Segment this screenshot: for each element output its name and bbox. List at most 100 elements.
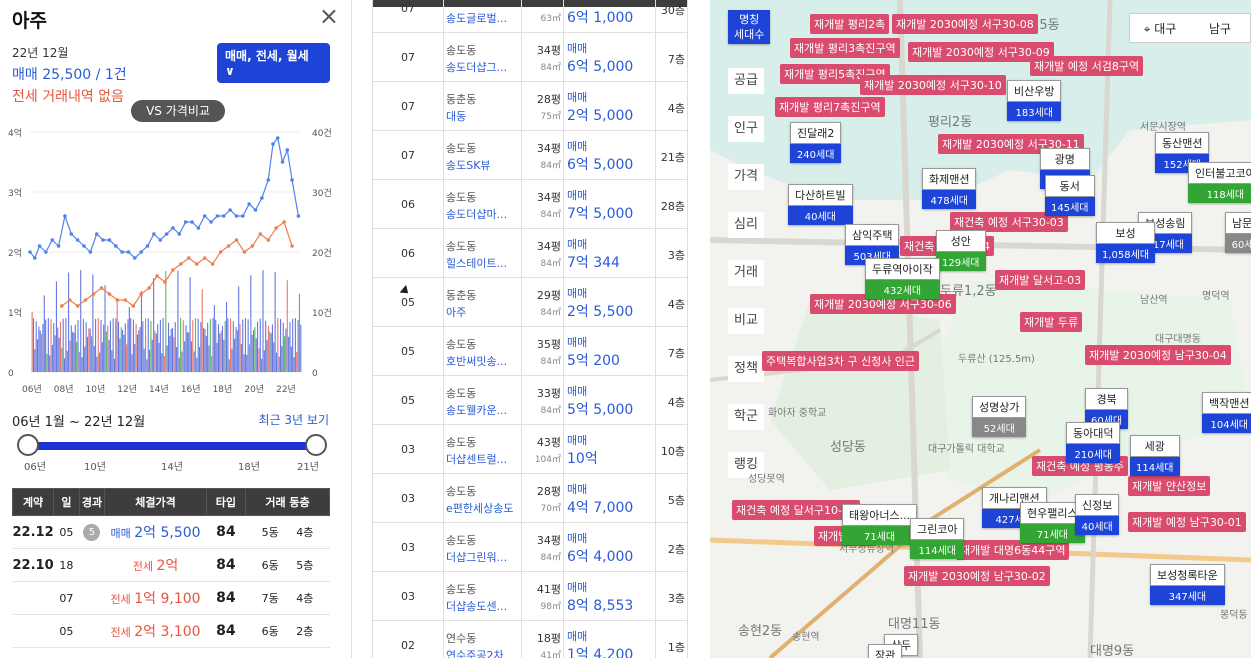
sale-price-point xyxy=(44,250,48,254)
volume-bar xyxy=(181,351,183,372)
side-menu-item[interactable]: 공급 xyxy=(728,68,764,94)
household-count: 1,058세대 xyxy=(1096,244,1156,263)
apartment-marker[interactable]: 성명상가 52세대 xyxy=(972,396,1027,437)
redevelopment-label[interactable]: 재개발 평리7촉진구역 xyxy=(775,97,885,117)
close-icon[interactable]: × xyxy=(319,2,339,30)
deal-type: 전세 xyxy=(110,626,131,639)
side-menu-item[interactable]: 정책 xyxy=(728,356,764,382)
list-item[interactable]: 07 송도동 송도SK뷰 34평 84㎡ 매매 6억 5,000 21층 xyxy=(373,131,687,180)
apartment-marker[interactable]: 보성 1,058세대 xyxy=(1096,222,1156,263)
volume-bar xyxy=(31,312,33,372)
apartment-marker[interactable]: 신정보 40세대 xyxy=(1075,494,1120,535)
table-row[interactable]: 07 전세 1억 9,100 84 7동 4층 xyxy=(12,581,330,615)
table-row[interactable]: 05 전세 2억 3,100 84 6동 2층 xyxy=(12,614,330,648)
recent-3-years-link[interactable]: 최근 3년 보기 xyxy=(259,411,329,428)
redevelopment-label[interactable]: 재개발 예정 남구30-01 xyxy=(1128,512,1246,532)
volume-bar xyxy=(230,318,232,372)
list-item[interactable]: 07 동춘동 대동 28평 75㎡ 매매 2억 5,000 4층 xyxy=(373,82,687,131)
map-view[interactable]: ⌖ 대구 남구 명칭 세대수 공급인구가격심리거래비교정책학군랭킹 비산2.5동… xyxy=(710,0,1251,658)
side-menu-item[interactable]: 거래 xyxy=(728,260,764,286)
apartment-marker[interactable]: 장관 xyxy=(868,644,903,658)
period-slider-track[interactable] xyxy=(28,442,316,450)
list-item[interactable]: 06 송도동 송도더샵마... 34평 84㎡ 매매 7억 5,000 28층 xyxy=(373,180,687,229)
apartment-name[interactable]: 송도SK뷰 xyxy=(446,157,491,173)
redevelopment-label[interactable]: 재개발 2030예정 남구30-02 xyxy=(904,566,1050,586)
period-slider-end-handle[interactable] xyxy=(305,434,327,456)
table-row[interactable]: 22.10 18 전세 2억 84 6동 5층 xyxy=(12,548,330,582)
table-row[interactable]: 22.12 05 5 매매 2억 5,500 84 5동 4층 xyxy=(12,515,330,549)
redevelopment-label[interactable]: 재개발 대명6동44구역 xyxy=(956,540,1070,560)
redevelopment-label[interactable]: 재개발 2030예정 남구30-04 xyxy=(1085,345,1231,365)
apartment-marker[interactable]: 태왕아너스... 71세대 xyxy=(842,504,918,545)
apartment-marker[interactable]: 인터불고코아 118세대 xyxy=(1188,162,1251,203)
apartment-marker[interactable]: 동아대덕 210세대 xyxy=(1066,422,1121,463)
region-namgu-button[interactable]: 남구 xyxy=(1190,20,1250,37)
pyeong: 43평 xyxy=(536,436,561,449)
redevelopment-label[interactable]: 재개발 두류 xyxy=(1020,312,1083,332)
redevelopment-label[interactable]: 재건축 예정 달서구10-04 xyxy=(732,500,860,520)
deal-day: 02 xyxy=(401,639,415,652)
redevelopment-label[interactable]: 재개발 2030예정 서구30-10 xyxy=(860,75,1006,95)
region-daegu-button[interactable]: ⌖ 대구 xyxy=(1130,20,1190,37)
side-menu-item[interactable]: 비교 xyxy=(728,308,764,334)
apartment-marker[interactable]: 남문시60세대 xyxy=(1225,212,1251,253)
place-label: 화아자 중학교 xyxy=(768,408,827,419)
apartment-marker[interactable]: 화제맨션 478세대 xyxy=(922,168,977,209)
apartment-name[interactable]: e편한세상송도 xyxy=(446,500,514,516)
list-item[interactable]: 05 송도동 호반써밋송... 35평 84㎡ 매매 5억 200 7층 xyxy=(373,327,687,376)
apartment-name[interactable]: 대동 xyxy=(446,108,466,124)
redevelopment-label[interactable]: 재개발 얀산정보 xyxy=(1128,476,1211,496)
region-selector[interactable]: ⌖ 대구 남구 xyxy=(1129,13,1251,43)
apartment-name[interactable]: 송도더샵마... xyxy=(446,206,507,222)
apartment-name[interactable]: 더샵그린워... xyxy=(446,549,507,565)
apartment-name[interactable]: 연수주공2차 xyxy=(446,647,504,658)
apartment-name[interactable]: 더샵센트럴... xyxy=(446,451,507,467)
apartment-name: 성명상가 xyxy=(972,396,1027,418)
sale-price-point xyxy=(139,250,143,254)
side-menu-item[interactable]: 인구 xyxy=(728,116,764,142)
list-item[interactable]: 05 동춘동 아주 29평 84㎡ 매매 2억 5,500 4층 xyxy=(373,278,687,327)
side-menu-item[interactable]: 가격 xyxy=(728,164,764,190)
redevelopment-label[interactable]: 재개발 평리2촉 xyxy=(810,14,890,34)
apartment-marker[interactable]: 그린코아 114세대 xyxy=(910,518,965,559)
apartment-name[interactable]: 더샵송도센... xyxy=(446,598,507,614)
redevelopment-label[interactable]: 재개발 예정 서검8구역 xyxy=(1030,56,1144,76)
redevelopment-label[interactable]: 주택복합사업3차 구 신청사 인근 xyxy=(762,351,920,371)
list-item[interactable]: 06 송도동 힐스테이트... 34평 84㎡ 매매 7억 344 3층 xyxy=(373,229,687,278)
apartment-name[interactable]: 호반써밋송... xyxy=(446,353,507,369)
place-label: 송현2동 xyxy=(738,624,783,639)
list-item[interactable]: 03 송도동 e편한세상송도 28평 70㎡ 매매 4억 7,000 5층 xyxy=(373,474,687,523)
apartment-marker[interactable]: 백작맨션 104세대 xyxy=(1202,392,1251,433)
filter-dropdown[interactable]: 매매, 전세, 월세 ∨ 29평 | 전용 84㎡ xyxy=(217,43,330,98)
apartment-marker[interactable]: 다산하트빌 40세대 xyxy=(788,184,853,225)
list-item[interactable]: 02 연수동 연수주공2차 18평 41㎡ 매매 1억 4,200 1층 xyxy=(373,621,687,658)
list-item[interactable]: 03 송도동 더샵송도센... 41평 98㎡ 매매 8억 8,553 3층 xyxy=(373,572,687,621)
apartment-marker[interactable]: 비산우방 183세대 xyxy=(1007,80,1062,121)
apartment-name[interactable]: 아주 xyxy=(446,304,466,320)
list-item[interactable]: 07 송도동 송도더샵그... 34평 84㎡ 매매 6억 5,000 7층 xyxy=(373,33,687,82)
apartment-marker[interactable]: 진달래2 240세대 xyxy=(790,122,842,163)
apartment-name[interactable]: 힐스테이트... xyxy=(446,255,507,271)
apartment-marker[interactable]: 두류역아이작 432세대 xyxy=(865,258,940,299)
list-item[interactable]: 07 송도글로벌... 63㎡ 6억 1,000 30층 xyxy=(373,0,687,33)
volume-bar xyxy=(177,270,179,372)
redevelopment-label[interactable]: 재개발 2030예정 서구30-08 xyxy=(892,14,1038,34)
apartment-marker[interactable]: 보성청록타운 347세대 xyxy=(1150,564,1225,605)
side-menu-item[interactable]: 심리 xyxy=(728,212,764,238)
page-title: 아주 xyxy=(12,10,47,32)
apartment-marker[interactable]: 성안 129세대 xyxy=(936,230,986,271)
apartment-name[interactable]: 송도웰카운... xyxy=(446,402,507,418)
apartment-marker[interactable]: 세광 114세대 xyxy=(1130,435,1180,476)
list-item[interactable]: 05 송도동 송도웰카운... 33평 84㎡ 매매 5억 5,000 4층 xyxy=(373,376,687,425)
list-item[interactable]: 03 송도동 더샵센트럴... 43평 104㎡ 매매 10억 10층 xyxy=(373,425,687,474)
apartment-name[interactable]: 송도더샵그... xyxy=(446,59,507,75)
list-item[interactable]: 03 송도동 더샵그린워... 34평 84㎡ 매매 6억 4,000 2층 xyxy=(373,523,687,572)
apartment-name[interactable]: 송도글로벌... xyxy=(446,10,507,26)
redevelopment-label[interactable]: 재개발 평리3촉진구역 xyxy=(790,38,900,58)
side-menu-item[interactable]: 학군 xyxy=(728,404,764,430)
apartment-marker[interactable]: 동서 145세대 xyxy=(1045,175,1095,216)
redevelopment-label[interactable]: 재개발 달서고-03 xyxy=(995,270,1086,290)
place-label: 서문시장역 xyxy=(1140,122,1186,133)
volume-bar xyxy=(99,352,101,372)
period-slider-start-handle[interactable] xyxy=(17,434,39,456)
